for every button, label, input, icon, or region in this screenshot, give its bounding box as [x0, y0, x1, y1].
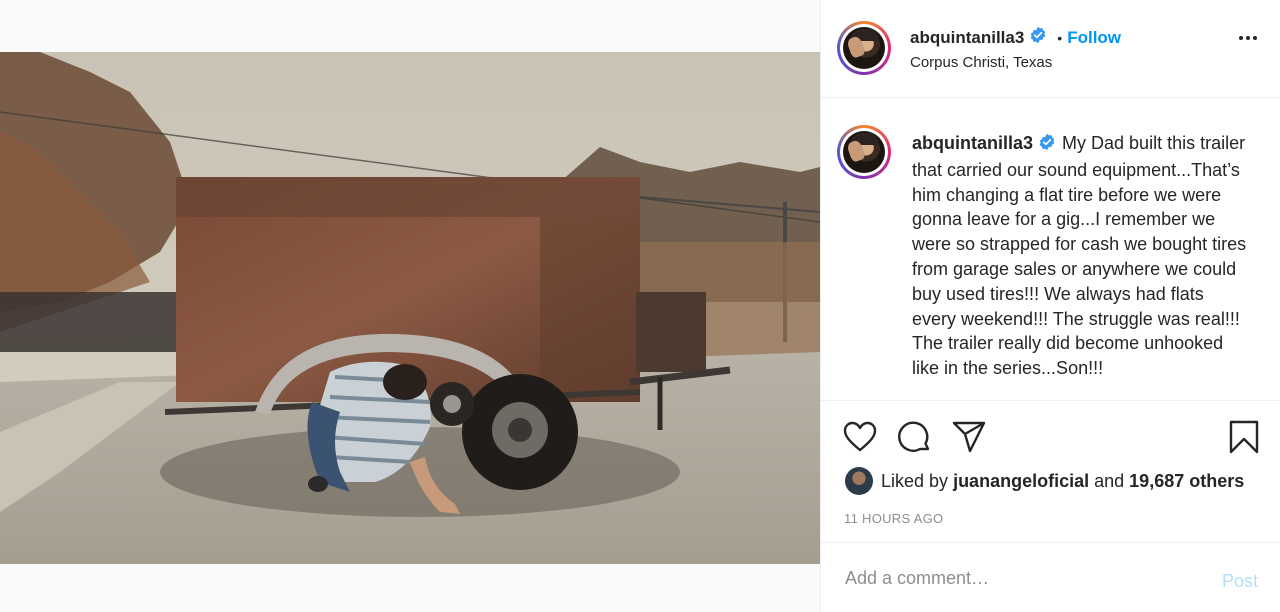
heart-icon[interactable] [843, 421, 877, 458]
header-username[interactable]: abquintanilla3 [910, 28, 1024, 48]
post-comment-button[interactable]: Post [1222, 571, 1258, 592]
author-avatar[interactable] [837, 21, 891, 75]
caption: abquintanilla3 My Dad built this trailer… [912, 131, 1252, 381]
post-timestamp[interactable]: 11 HOURS AGO [844, 511, 943, 526]
post-sidebar: abquintanilla3 • Follow Corpus Christi, … [820, 0, 1280, 612]
more-options-icon[interactable] [1239, 36, 1257, 40]
comment-input[interactable] [843, 567, 1197, 590]
likes-prefix: Liked by [881, 470, 949, 491]
paper-plane-icon[interactable] [952, 421, 986, 458]
caption-author-avatar[interactable] [837, 125, 891, 179]
header-user-row: abquintanilla3 • Follow [910, 26, 1121, 49]
separator-dot: • [1057, 29, 1063, 46]
verified-badge-icon [1038, 133, 1056, 158]
likes-summary: Liked by juanangeloficial and 19,687 oth… [845, 467, 1244, 495]
comment-bar: Post [821, 542, 1280, 612]
post-location[interactable]: Corpus Christi, Texas [910, 54, 1052, 71]
post-photo[interactable] [0, 52, 820, 564]
comment-bubble-icon[interactable] [898, 421, 932, 460]
caption-text: My Dad built this trailer that carried o… [912, 133, 1247, 379]
follow-button[interactable]: Follow [1067, 28, 1121, 48]
liker-username[interactable]: juanangeloficial [953, 471, 1089, 492]
bookmark-icon[interactable] [1228, 420, 1260, 459]
likes-others-link[interactable]: 19,687 others [1129, 471, 1244, 492]
caption-area[interactable]: abquintanilla3 My Dad built this trailer… [821, 98, 1280, 400]
trailer-photo [0, 52, 820, 564]
likes-and: and [1094, 470, 1125, 491]
verified-badge-icon [1029, 26, 1047, 49]
post-actions: Liked by juanangeloficial and 19,687 oth… [821, 400, 1280, 560]
caption-username[interactable]: abquintanilla3 [912, 133, 1033, 153]
post-header: abquintanilla3 • Follow Corpus Christi, … [821, 0, 1280, 98]
liker-avatar[interactable] [845, 467, 873, 495]
